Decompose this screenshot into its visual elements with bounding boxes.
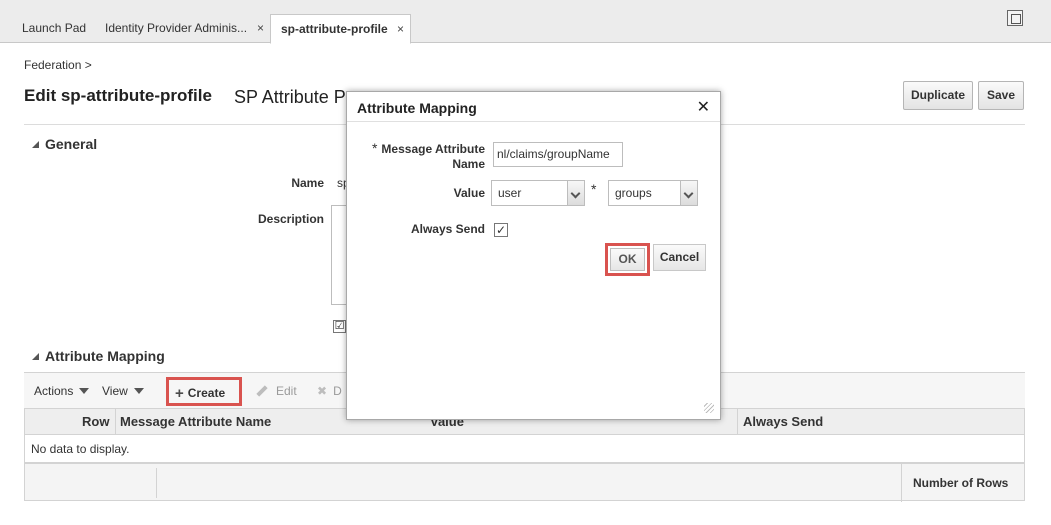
required-marker: * [591,181,597,197]
empty-table-message: No data to display. [31,442,130,456]
close-tab-icon[interactable]: × [257,14,264,43]
chevron-down-icon [133,388,144,394]
table-footer: Number of Rows [24,463,1025,502]
column-header-message-attribute-name[interactable]: Message Attribute Name [120,414,271,429]
attribute-mapping-section-header[interactable]: Attribute Mapping [32,348,165,364]
delete-button[interactable]: ✖ D [317,384,342,398]
label-text: Message Attribute Name [381,142,485,171]
column-separator [115,409,116,434]
general-section-header[interactable]: General [32,136,97,152]
message-attribute-name-label: * Message Attribute Name [357,141,485,172]
ok-highlight: OK [605,243,650,276]
general-checkbox[interactable]: ☑ [333,320,346,333]
value-label: Value [453,186,485,200]
actions-label: Actions [34,384,74,398]
tab-label: Launch Pad [22,21,87,35]
description-label: Description [257,212,324,226]
tab-bar: Launch Pad Identity Provider Adminis... ×… [0,0,1051,44]
close-tab-icon[interactable]: × [397,15,404,44]
collapse-triangle-icon[interactable] [32,353,39,360]
footer-separator [156,468,157,498]
tab-identity-provider-admin[interactable]: Identity Provider Adminis... × [97,14,270,43]
edit-button[interactable]: Edit [256,384,297,398]
ok-button[interactable]: OK [610,248,645,271]
plus-icon: + [175,385,184,402]
tab-sp-attribute-profile[interactable]: sp-attribute-profile × [270,14,411,44]
cancel-button[interactable]: Cancel [653,244,706,271]
view-label: View [102,384,128,398]
delete-label: D [333,384,342,398]
section-title: General [45,136,98,152]
delete-x-icon: ✖ [317,384,328,398]
always-send-label: Always Send [410,222,485,236]
page-title: Edit sp-attribute-profile [24,86,212,105]
required-marker: * [371,140,378,156]
dialog-title: Attribute Mapping [357,100,477,116]
section-title: Attribute Mapping [45,348,165,364]
page-subtitle: SP Attribute P [234,87,346,107]
collapse-triangle-icon[interactable] [32,141,39,148]
create-label: Create [187,386,226,400]
description-textarea[interactable] [331,205,347,305]
footer-separator [901,464,902,502]
column-header-row[interactable]: Row [82,414,109,429]
column-header-always-send[interactable]: Always Send [743,414,823,429]
column-separator [737,409,738,434]
duplicate-button[interactable]: Duplicate [903,81,973,110]
chevron-down-icon [79,388,90,394]
dialog-header[interactable]: Attribute Mapping ✕ [347,92,720,122]
value-attribute-select[interactable]: groups [608,180,698,206]
tab-launch-pad[interactable]: Launch Pad [14,14,94,43]
breadcrumb[interactable]: Federation > [24,58,92,72]
attribute-mapping-dialog: Attribute Mapping ✕ * Message Attribute N… [346,91,721,420]
value-source-select[interactable]: user [491,180,585,206]
view-menu[interactable]: View [102,384,144,398]
close-icon[interactable]: ✕ [697,97,710,117]
save-button[interactable]: Save [978,81,1024,110]
tab-label: sp-attribute-profile [281,22,388,36]
name-label: Name [291,176,324,190]
selected-value: groups [615,186,652,200]
edit-label: Edit [276,384,297,398]
table-body: No data to display. [24,435,1025,463]
always-send-checkbox[interactable]: ✓ [494,223,508,237]
create-button[interactable]: + Create [166,377,242,406]
chevron-down-icon[interactable] [567,181,584,205]
actions-menu[interactable]: Actions [34,384,90,398]
pencil-icon [256,385,268,397]
window-icon[interactable] [1007,10,1023,26]
number-of-rows-label: Number of Rows [913,476,1009,490]
selected-value: user [498,186,522,200]
tab-label: Identity Provider Adminis... [105,21,248,35]
message-attribute-name-input[interactable]: nl/claims/groupName [493,142,623,167]
chevron-down-icon[interactable] [680,181,697,205]
resize-grip-icon[interactable] [704,403,714,413]
